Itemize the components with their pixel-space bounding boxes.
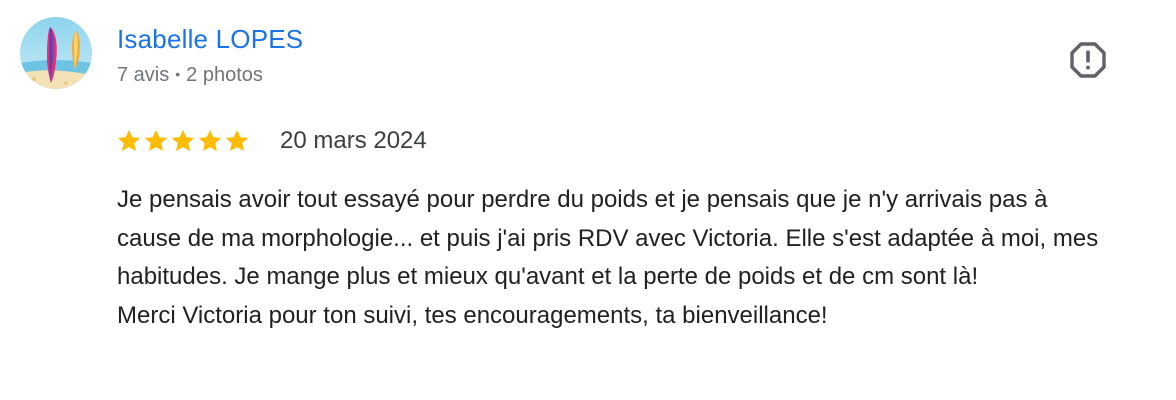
photos-count: 2 photos bbox=[186, 64, 263, 86]
star-icon bbox=[144, 129, 168, 151]
report-button[interactable] bbox=[1068, 40, 1108, 80]
report-octagon-icon bbox=[1070, 42, 1106, 78]
author-name-link[interactable]: Isabelle LOPES bbox=[117, 22, 303, 56]
avatar[interactable] bbox=[20, 17, 92, 89]
review-paragraph: Merci Victoria pour ton suivi, tes encou… bbox=[117, 301, 828, 329]
surfboard-beach-avatar-icon bbox=[20, 17, 92, 89]
star-icon bbox=[171, 129, 195, 151]
star-icon bbox=[198, 129, 222, 151]
star-icon bbox=[117, 129, 141, 151]
review-card: Isabelle LOPES 7 avis • 2 photos 20 mars 2… bbox=[0, 0, 1176, 400]
review-date: 20 mars 2024 bbox=[280, 127, 427, 154]
reviews-count: 7 avis bbox=[117, 64, 170, 86]
star-rating bbox=[116, 126, 251, 156]
review-text: Je pensais avoir tout essayé pour perdre… bbox=[117, 181, 1117, 335]
review-paragraph: Je pensais avoir tout essayé pour perdre… bbox=[117, 186, 1099, 290]
author-meta: 7 avis • 2 photos bbox=[117, 60, 263, 89]
star-icon bbox=[225, 129, 249, 151]
meta-separator: • bbox=[175, 66, 181, 82]
